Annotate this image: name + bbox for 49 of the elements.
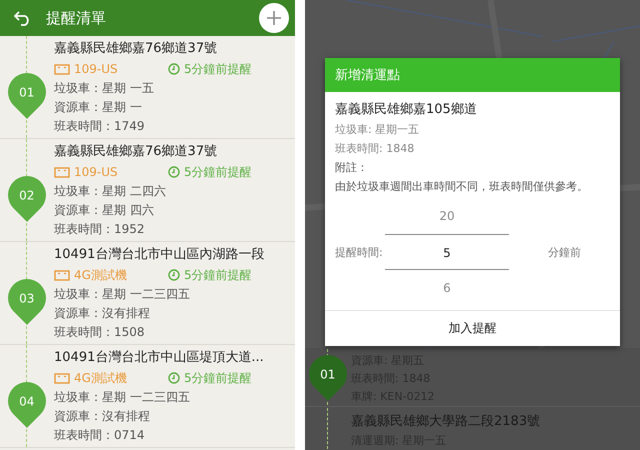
schedule-text: 班表時間：1508 (54, 324, 146, 341)
clock-icon (168, 166, 180, 178)
add-button[interactable] (259, 3, 289, 33)
picker-label: 提醒時間: (334, 244, 384, 260)
address-text: 10491台灣台北市中山區堤頂大道... (54, 349, 265, 367)
schedule-text: 班表時間：1952 (54, 221, 146, 238)
picker-option[interactable]: 5 (385, 234, 509, 270)
device-icon (54, 166, 70, 178)
note-label: 附註： (335, 160, 369, 175)
reminder-time: 5分鐘前提醒 (184, 164, 252, 180)
reminder-item[interactable]: 03 10491台灣台北市中山區內湖路一段 4G測試機 5分鐘前提醒 垃圾車：星期 一二三四五 資源車：沒有排程 班表時間：1508 (0, 242, 295, 345)
reminder-time: 5分鐘前提醒 (184, 60, 252, 78)
reminder-item[interactable]: 04 10491台灣台北市中山區堤頂大道... 4G測試機 5分鐘前提醒 垃圾車：星期 一二三四五 資源車：沒有排程 班表時間：0714 (0, 345, 295, 448)
schedule-text: 垃圾車：星期 一二三四五 (54, 286, 191, 303)
schedule-text: 垃圾車：星期 一五 (54, 80, 155, 97)
schedule-text: 垃圾車：星期 一二三四五 (54, 389, 191, 406)
schedule-text: 垃圾車：星期 二四六 (54, 183, 167, 200)
screen-title: 提醒清單 (46, 8, 107, 28)
device-name: 109-US (74, 62, 119, 76)
schedule-text: 資源車：沒有排程 (54, 408, 151, 425)
reminder-item[interactable]: 01 嘉義縣民雄鄉嘉76鄉道37號 109-US 5分鐘前提醒 垃圾車：星期 一五 資源車：星期 一 班表時間：1749 (0, 36, 295, 139)
device-name: 4G測試機 (74, 370, 128, 386)
schedule-text: 班表時間：0714 (54, 427, 146, 444)
device-icon (54, 270, 70, 280)
schedule-text: 班表時間: 1848 (335, 141, 416, 156)
schedule-text: 資源車：星期 一 (54, 99, 143, 116)
device-name: 109-US (74, 165, 119, 179)
device-name: 4G測試機 (74, 266, 128, 284)
note-text: 由於垃圾車週間出車時間不同，班表時間僅供參考。 (335, 179, 589, 194)
schedule-text: 資源車：沒有排程 (54, 305, 151, 322)
clock-icon (168, 372, 180, 384)
unit-label: 分鐘前 (547, 244, 582, 260)
add-reminder-button[interactable]: 加入提醒 (325, 310, 620, 346)
clock-icon (168, 63, 180, 75)
reminder-item[interactable]: 02 嘉義縣民雄鄉嘉76鄉道37號 109-US 5分鐘前提醒 垃圾車：星期 二四六 資源車：星期 四六 班表時間：1952 (0, 139, 295, 242)
address-text: 嘉義縣民雄鄉嘉105鄉道 (335, 101, 478, 118)
schedule-text: 班表時間：1749 (54, 118, 146, 135)
plus-icon (266, 10, 282, 26)
address-text: 10491台灣台北市中山區內湖路一段 (54, 246, 266, 264)
clock-icon (168, 269, 180, 281)
device-icon (54, 372, 70, 384)
device-icon (54, 64, 70, 74)
address-text: 嘉義縣民雄鄉嘉76鄉道37號 (54, 143, 218, 161)
dialog-title: 新增清運點 (325, 58, 620, 92)
reminder-time: 5分鐘前提醒 (184, 370, 252, 386)
schedule-text: 資源車：星期 四六 (54, 202, 155, 219)
reminder-time: 5分鐘前提醒 (184, 266, 252, 284)
schedule-text: 垃圾車: 星期一五 (335, 122, 420, 137)
address-text: 嘉義縣民雄鄉嘉76鄉道37號 (54, 40, 218, 58)
